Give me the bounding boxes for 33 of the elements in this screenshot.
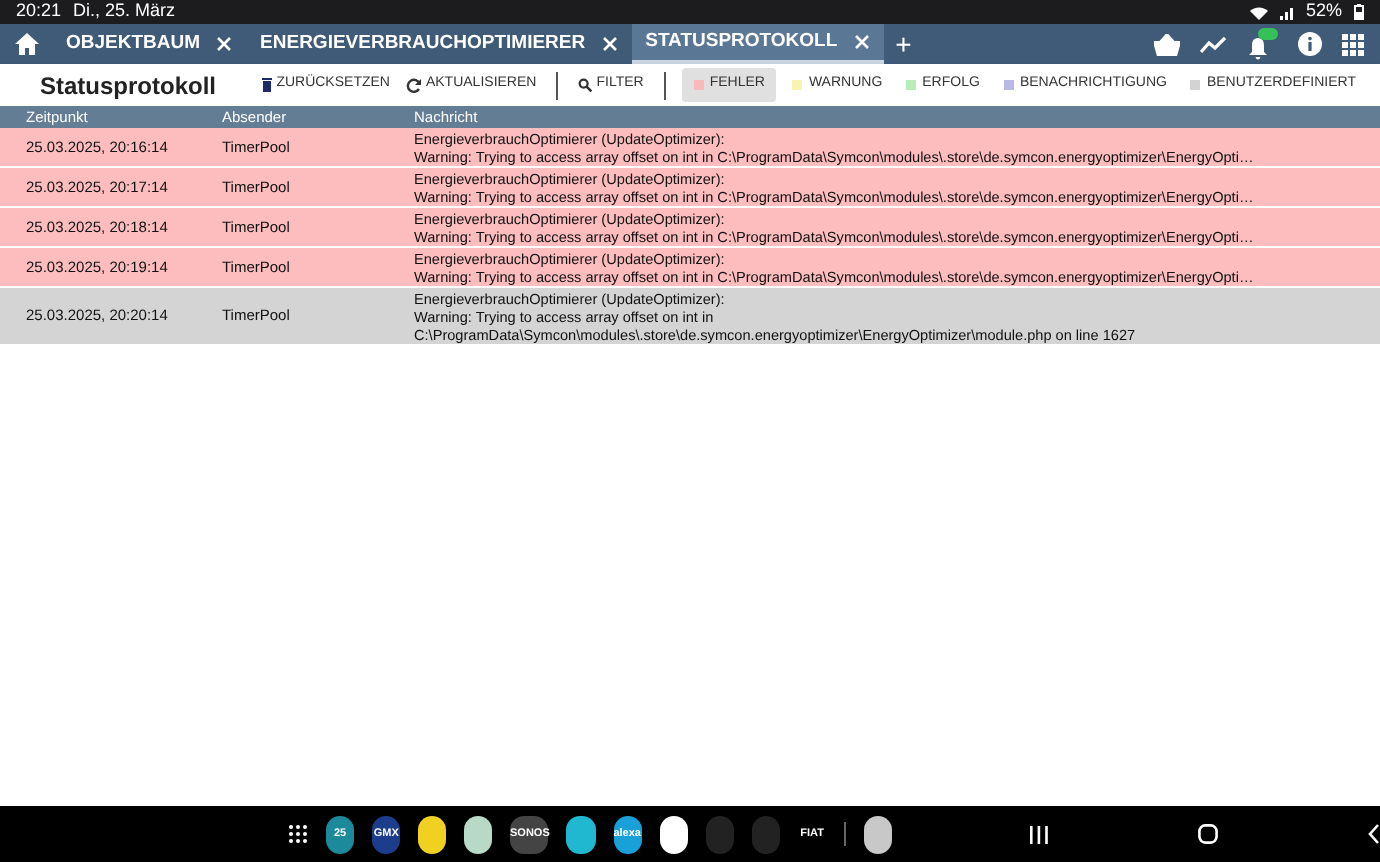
app-drawer-icon[interactable] bbox=[288, 824, 308, 844]
tab[interactable]: ENERGIEVERBRAUCHOPTIMIERER bbox=[246, 24, 632, 64]
page-title: Statusprotokoll bbox=[40, 69, 217, 103]
chart-line-icon[interactable] bbox=[1200, 35, 1226, 53]
refresh-icon bbox=[405, 77, 422, 93]
close-icon[interactable] bbox=[216, 36, 233, 52]
search-icon bbox=[578, 78, 593, 92]
info-icon[interactable] bbox=[1298, 32, 1322, 56]
back-icon[interactable] bbox=[1367, 824, 1380, 844]
app-icon[interactable] bbox=[464, 815, 493, 853]
apps-grid-icon[interactable] bbox=[1342, 33, 1364, 55]
close-icon[interactable] bbox=[853, 34, 870, 50]
add-tab-button[interactable]: + bbox=[883, 24, 924, 64]
app-icon[interactable] bbox=[566, 815, 596, 853]
clock-time: 20:21 bbox=[16, 0, 62, 25]
app-icon[interactable] bbox=[418, 815, 447, 853]
battery-icon bbox=[1354, 4, 1364, 20]
app-icon[interactable] bbox=[863, 815, 892, 853]
home-icon bbox=[13, 32, 39, 56]
wifi-icon bbox=[1249, 5, 1268, 19]
tab[interactable]: OBJEKTBAUM bbox=[52, 24, 247, 64]
tab[interactable]: STATUSPROTOKOLL bbox=[631, 24, 884, 64]
recent-apps-icon[interactable] bbox=[1029, 825, 1048, 843]
home-nav-icon[interactable] bbox=[1197, 824, 1218, 844]
date-text: Di., 25. März bbox=[73, 0, 176, 25]
basket-icon[interactable] bbox=[1154, 33, 1180, 55]
close-icon[interactable] bbox=[601, 36, 618, 52]
battery-percent: 52% bbox=[1305, 0, 1342, 25]
table-row[interactable] bbox=[0, 288, 1380, 346]
trash-icon bbox=[262, 78, 273, 92]
app-icon[interactable] bbox=[659, 815, 688, 853]
notification-bell-icon[interactable] bbox=[1246, 28, 1278, 60]
signal-icon bbox=[1279, 5, 1294, 19]
